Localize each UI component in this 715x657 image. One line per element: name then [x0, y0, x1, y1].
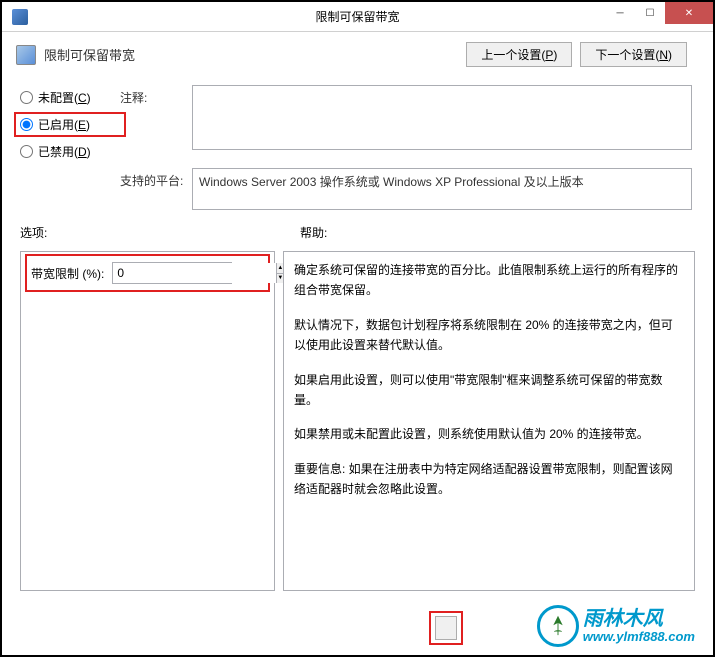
comment-label: 注释:	[120, 85, 192, 106]
help-paragraph: 确定系统可保留的连接带宽的百分比。此值限制系统上运行的所有程序的组合带宽保留。	[294, 260, 684, 301]
ok-button[interactable]	[435, 616, 457, 640]
help-panel: 确定系统可保留的连接带宽的百分比。此值限制系统上运行的所有程序的组合带宽保留。 …	[283, 251, 695, 591]
help-paragraph: 默认情况下，数据包计划程序将系统限制在 20% 的连接带宽之内，但可以使用此设置…	[294, 315, 684, 356]
spinner-down-button[interactable]: ▼	[277, 274, 283, 284]
options-panel: 带宽限制 (%): ▲ ▼	[20, 251, 275, 591]
watermark-logo-icon	[537, 605, 579, 647]
policy-title: 限制可保留带宽	[44, 45, 135, 64]
radio-enabled-input[interactable]	[20, 118, 33, 131]
supported-platform-box: Windows Server 2003 操作系统或 Windows XP Pro…	[192, 168, 692, 210]
policy-icon	[16, 45, 36, 65]
bandwidth-limit-label: 带宽限制 (%):	[31, 265, 104, 282]
help-paragraph: 重要信息: 如果在注册表中为特定网络适配器设置带宽限制，则配置该网络适配器时就会…	[294, 459, 684, 500]
header-row: 限制可保留带宽 上一个设置(P) 下一个设置(N)	[2, 32, 713, 77]
help-label: 帮助:	[300, 224, 695, 241]
titlebar: 限制可保留带宽 ─ ☐ ✕	[2, 2, 713, 32]
spinner-up-button[interactable]: ▲	[277, 263, 283, 274]
window-controls: ─ ☐ ✕	[605, 2, 713, 24]
help-paragraph: 如果启用此设置，则可以使用"带宽限制"框来调整系统可保留的带宽数量。	[294, 370, 684, 411]
watermark: 雨林木风 www.ylmf888.com	[537, 605, 695, 647]
maximize-button[interactable]: ☐	[635, 2, 665, 24]
radio-disabled[interactable]: 已禁用(D)	[20, 143, 120, 160]
comment-textarea[interactable]	[192, 85, 692, 150]
radio-not-configured-input[interactable]	[20, 91, 33, 104]
bandwidth-input[interactable]	[113, 263, 276, 283]
minimize-button[interactable]: ─	[605, 2, 635, 24]
platform-label: 支持的平台:	[120, 168, 192, 210]
radio-not-configured[interactable]: 未配置(C)	[20, 89, 120, 106]
radio-enabled[interactable]: 已启用(E)	[20, 116, 120, 133]
watermark-url: www.ylmf888.com	[583, 630, 695, 644]
radio-disabled-input[interactable]	[20, 145, 33, 158]
bandwidth-limit-row: 带宽限制 (%): ▲ ▼	[25, 254, 270, 292]
bandwidth-spinner: ▲ ▼	[112, 262, 232, 284]
next-setting-button[interactable]: 下一个设置(N)	[580, 42, 687, 67]
state-radio-group: 未配置(C) 已启用(E) 已禁用(D)	[20, 85, 120, 160]
app-icon	[12, 9, 28, 25]
ok-button-highlight	[429, 611, 463, 645]
help-paragraph: 如果禁用或未配置此设置，则系统使用默认值为 20% 的连接带宽。	[294, 424, 684, 444]
previous-setting-button[interactable]: 上一个设置(P)	[466, 42, 572, 67]
watermark-brand: 雨林木风	[583, 608, 695, 630]
close-button[interactable]: ✕	[665, 2, 713, 24]
options-label: 选项:	[20, 224, 300, 241]
window-title: 限制可保留带宽	[315, 8, 399, 25]
